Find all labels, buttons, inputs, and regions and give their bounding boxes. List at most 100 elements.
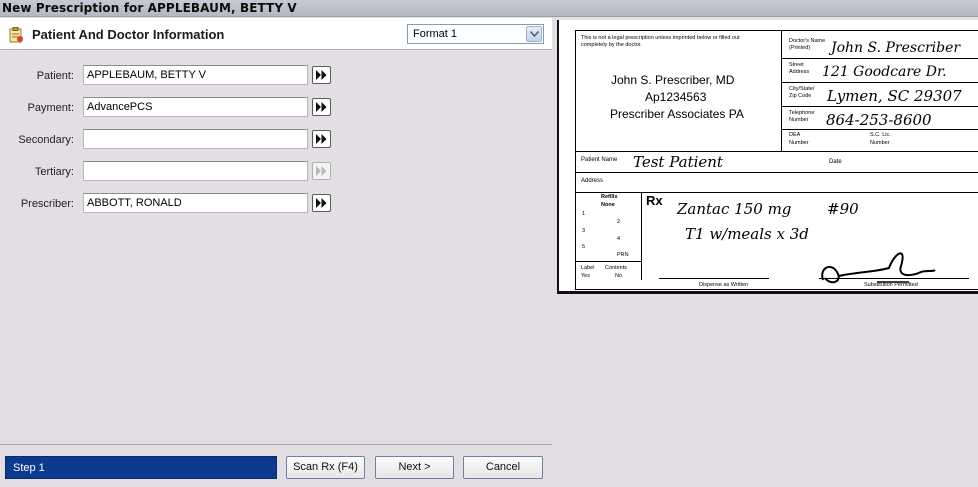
substitution-line [819, 278, 969, 279]
refills-label: Refills [601, 194, 618, 200]
row-line [575, 172, 978, 173]
doctor-id: Ap1234563 [645, 90, 707, 104]
doctors-name-label: Doctor's Name [789, 38, 826, 44]
format-dropdown[interactable]: Format 1 [407, 24, 544, 44]
handwritten-street: 121 Goodcare Dr. [822, 64, 947, 80]
format-dropdown-value: Format 1 [413, 28, 458, 40]
secondary-field[interactable] [83, 129, 308, 149]
sclic-label-1: S.C. Lic. [870, 132, 891, 138]
city-label-2: Zip Code [789, 93, 812, 99]
secondary-label: Secondary: [18, 134, 74, 146]
payment-label: Payment: [27, 102, 74, 114]
form-panel: Patient And Doctor Information Format 1 … [0, 18, 552, 487]
phone-label-1: Telephone [789, 110, 815, 116]
secondary-lookup-button[interactable] [312, 130, 331, 148]
scan-rx-button[interactable]: Scan Rx (F4) [286, 456, 365, 479]
city-label-1: City/State/ [789, 86, 815, 92]
payment-row: Payment: AdvancePCS [0, 97, 552, 119]
row-line [575, 261, 641, 262]
patient-lookup-button[interactable] [312, 66, 331, 84]
patient-field[interactable]: APPLEBAUM, BETTY V [83, 65, 308, 85]
prescriber-field[interactable]: ABBOTT, RONALD [83, 193, 308, 213]
tertiary-label: Tertiary: [34, 166, 74, 178]
prescriber-row: Prescriber: ABBOTT, RONALD [0, 193, 552, 215]
refill-num-5: 5 [582, 244, 586, 250]
payment-value: AdvancePCS [87, 101, 153, 113]
scanned-prescription-image: This is not a legal prescription unless … [557, 20, 978, 294]
yes-label: Yes [581, 273, 590, 279]
address-label: Address [581, 178, 604, 184]
refill-num-3: 3 [582, 228, 586, 234]
refill-num-2: 2 [617, 219, 621, 225]
section-title: Patient And Doctor Information [32, 27, 225, 42]
row-line [781, 106, 978, 107]
clipboard-icon [9, 27, 23, 43]
cancel-button[interactable]: Cancel [463, 456, 543, 479]
practice-name: Prescriber Associates PA [610, 107, 744, 121]
payment-field[interactable]: AdvancePCS [83, 97, 308, 117]
disclaimer-text-1: This is not a legal prescription unless … [581, 35, 740, 41]
phone-label-2: Number [789, 117, 809, 123]
rx-symbol: Rx [646, 193, 663, 208]
fast-forward-icon [316, 166, 327, 176]
window-title: New Prescription for APPLEBAUM, BETTY V [2, 1, 297, 15]
prescriber-label: Prescriber: [20, 198, 74, 210]
fast-forward-icon [316, 70, 327, 80]
substitution-permitted-label: Substitution Permitted [864, 282, 918, 288]
row-line [575, 192, 978, 193]
patient-row: Patient: APPLEBAUM, BETTY V [0, 65, 552, 87]
row-line [781, 58, 978, 59]
dispense-as-written-label: Dispense as Written [699, 282, 749, 288]
next-button[interactable]: Next > [375, 456, 454, 479]
secondary-row: Secondary: [0, 129, 552, 151]
fast-forward-icon [316, 102, 327, 112]
prn-label: PRN [617, 252, 629, 258]
dea-label-1: DEA [789, 132, 801, 138]
handwritten-patient: Test Patient [633, 153, 723, 171]
patient-label: Patient: [36, 70, 74, 82]
row-line [781, 82, 978, 83]
dea-label-2: Number [789, 140, 809, 146]
fast-forward-icon [316, 198, 327, 208]
prescriber-lookup-button[interactable] [312, 194, 331, 212]
doctor-name: John S. Prescriber, MD [611, 73, 735, 87]
row-line [575, 151, 978, 152]
no-label: No [615, 273, 623, 279]
row-line [781, 129, 978, 130]
contents-label: Contents [605, 265, 628, 271]
handwritten-city: Lymen, SC 29307 [827, 87, 962, 105]
refill-num-1: 1 [582, 211, 586, 217]
dropdown-arrow-button[interactable] [526, 26, 542, 42]
disclaimer-text-2: completely by the doctor. [581, 42, 642, 48]
section-header: Patient And Doctor Information Format 1 [0, 18, 552, 50]
payment-lookup-button[interactable] [312, 98, 331, 116]
street-label-1: Street [789, 62, 804, 68]
sclic-label-2: Number [870, 140, 890, 146]
label-label: Label [581, 265, 595, 271]
refills-none-label: None [601, 202, 615, 208]
refills-divider [641, 192, 642, 280]
refill-num-4: 4 [617, 236, 621, 242]
tertiary-field[interactable] [83, 161, 308, 181]
handwritten-drug: Zantac 150 mg [677, 200, 792, 218]
tertiary-row: Tertiary: [0, 161, 552, 183]
tertiary-lookup-button[interactable] [312, 162, 331, 180]
footer-divider [0, 444, 552, 445]
doctor-block-divider [781, 30, 782, 151]
date-label: Date [829, 159, 842, 165]
street-label-2: Address [789, 69, 810, 75]
patient-value: APPLEBAUM, BETTY V [87, 69, 207, 81]
handwritten-directions: T1 w/meals x 3d [685, 225, 809, 243]
printed-label: (Printed) [789, 45, 811, 51]
window-title-bar: New Prescription for APPLEBAUM, BETTY V [0, 0, 978, 17]
handwritten-quantity: #90 [827, 200, 859, 218]
handwritten-doctor-name: John S. Prescriber [831, 40, 961, 56]
handwritten-phone: 864-253-8600 [826, 111, 932, 129]
step-label: Step 1 [13, 462, 45, 474]
patient-name-label: Patient Name [581, 157, 618, 163]
prescriber-value: ABBOTT, RONALD [87, 197, 182, 209]
dispense-line [659, 278, 769, 279]
step-indicator: Step 1 [5, 456, 277, 479]
chevron-down-icon [530, 31, 539, 37]
fast-forward-icon [316, 134, 327, 144]
